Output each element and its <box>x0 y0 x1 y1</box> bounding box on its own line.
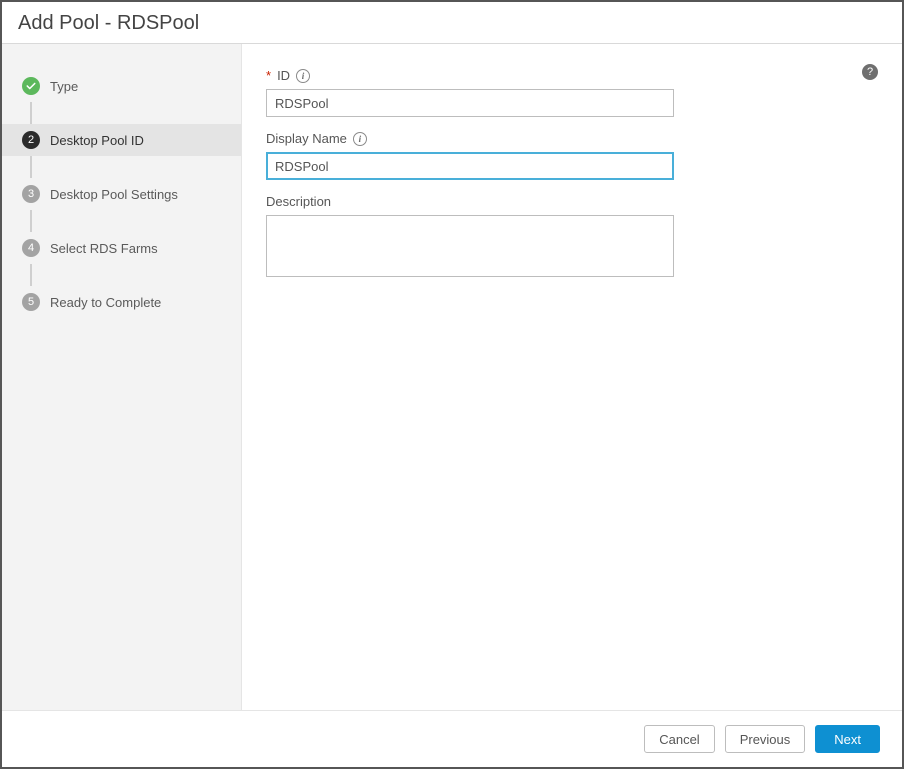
wizard-step-select-rds-farms[interactable]: 4 Select RDS Farms <box>2 232 241 264</box>
dialog-footer: Cancel Previous Next <box>2 710 902 767</box>
id-label: * ID i <box>266 68 878 83</box>
step-connector <box>30 264 32 286</box>
dialog-body: Type 2 Desktop Pool ID 3 Desktop Pool Se… <box>2 44 902 710</box>
step-number-icon: 4 <box>22 239 40 257</box>
check-icon <box>22 77 40 95</box>
wizard-steps: Type 2 Desktop Pool ID 3 Desktop Pool Se… <box>2 70 241 318</box>
description-label: Description <box>266 194 878 209</box>
display-name-label: Display Name i <box>266 131 878 146</box>
step-connector <box>30 156 32 178</box>
display-name-field-group: Display Name i <box>266 131 878 180</box>
help-icon[interactable]: ? <box>862 64 878 80</box>
id-field-group: * ID i <box>266 68 878 117</box>
id-label-text: ID <box>277 68 290 83</box>
description-input[interactable] <box>266 215 674 277</box>
display-name-input[interactable] <box>266 152 674 180</box>
add-pool-dialog: Add Pool - RDSPool Type 2 Desktop Pool I… <box>0 0 904 769</box>
step-number-icon: 2 <box>22 131 40 149</box>
info-icon[interactable]: i <box>296 69 310 83</box>
display-name-label-text: Display Name <box>266 131 347 146</box>
description-label-text: Description <box>266 194 331 209</box>
previous-button[interactable]: Previous <box>725 725 806 753</box>
wizard-step-label: Desktop Pool Settings <box>50 187 178 202</box>
step-connector <box>30 102 32 124</box>
dialog-title: Add Pool - RDSPool <box>2 2 902 44</box>
wizard-step-desktop-pool-settings[interactable]: 3 Desktop Pool Settings <box>2 178 241 210</box>
required-star-icon: * <box>266 68 271 83</box>
wizard-sidebar: Type 2 Desktop Pool ID 3 Desktop Pool Se… <box>2 44 242 710</box>
cancel-button[interactable]: Cancel <box>644 725 714 753</box>
wizard-step-label: Type <box>50 79 78 94</box>
info-icon[interactable]: i <box>353 132 367 146</box>
id-input[interactable] <box>266 89 674 117</box>
wizard-step-label: Desktop Pool ID <box>50 133 144 148</box>
wizard-step-label: Select RDS Farms <box>50 241 158 256</box>
wizard-content: ? * ID i Display Name i Description <box>242 44 902 710</box>
step-number-icon: 5 <box>22 293 40 311</box>
wizard-step-ready-to-complete[interactable]: 5 Ready to Complete <box>2 286 241 318</box>
wizard-step-label: Ready to Complete <box>50 295 161 310</box>
step-number-icon: 3 <box>22 185 40 203</box>
next-button[interactable]: Next <box>815 725 880 753</box>
wizard-step-desktop-pool-id[interactable]: 2 Desktop Pool ID <box>2 124 241 156</box>
description-field-group: Description <box>266 194 878 282</box>
step-connector <box>30 210 32 232</box>
wizard-step-type[interactable]: Type <box>2 70 241 102</box>
